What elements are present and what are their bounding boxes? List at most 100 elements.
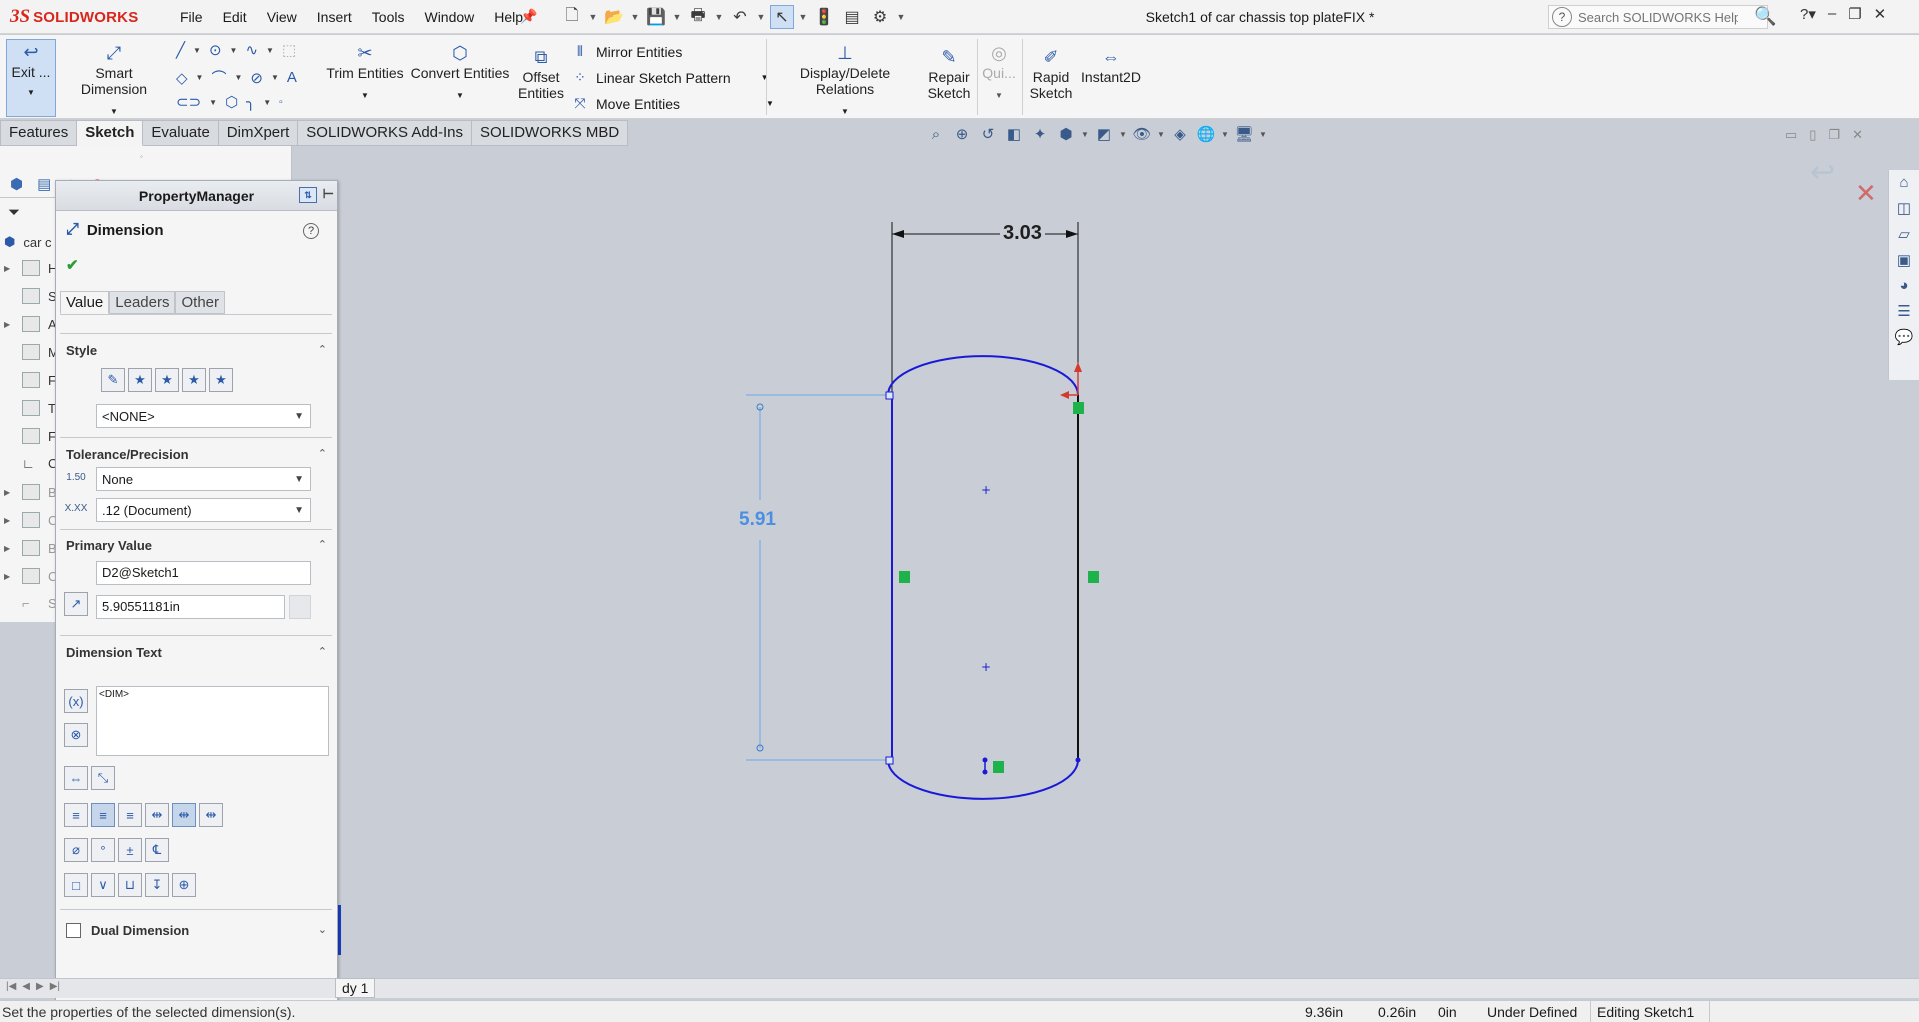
chevron-down-icon[interactable]: ▼ xyxy=(1081,130,1089,139)
tree-item[interactable]: ▶ B xyxy=(4,540,57,556)
chevron-down-icon[interactable]: ▼ xyxy=(630,12,640,22)
exit-sketch-button[interactable]: ↩ Exit ... ▼ xyxy=(6,39,56,117)
prev-tab-icon[interactable]: ◀ xyxy=(22,981,30,992)
arc-center-point[interactable]: + xyxy=(981,660,991,674)
point-icon[interactable]: ▫ xyxy=(279,97,283,108)
file-explorer-icon[interactable]: ▣ xyxy=(1897,251,1911,269)
chevron-down-icon[interactable]: ▼ xyxy=(841,107,849,116)
degree-symbol-icon[interactable]: ° xyxy=(91,838,115,862)
tree-item[interactable]: M xyxy=(4,344,59,360)
depth-symbol-icon[interactable]: ↧ xyxy=(145,873,169,897)
tree-item[interactable]: ∟ C xyxy=(4,456,57,471)
offset-text-icon[interactable]: ⇔ xyxy=(64,766,88,790)
last-tab-icon[interactable]: ▶| xyxy=(50,981,60,992)
vertical-dimension-value[interactable]: 5.91 xyxy=(739,509,776,531)
zoom-to-fit-icon[interactable]: ⌕ xyxy=(925,126,947,143)
view-orientation-icon[interactable]: ⬢ xyxy=(1055,125,1077,143)
countersink-symbol-icon[interactable]: ∨ xyxy=(91,873,115,897)
move-entities-button[interactable]: ⤧ Move Entities ▼ xyxy=(572,95,774,112)
more-symbols-icon[interactable]: ⊕ xyxy=(172,873,196,897)
chevron-down-icon[interactable]: ▼ xyxy=(193,46,201,55)
square-symbol-icon[interactable]: □ xyxy=(64,873,88,897)
property-tab-icon[interactable]: ▤ xyxy=(37,175,51,193)
chevron-down-icon[interactable]: ▼ xyxy=(588,12,598,22)
primary-value-section-title[interactable]: Primary Value xyxy=(66,538,152,553)
coincident-relation-icon[interactable] xyxy=(1073,402,1084,414)
dynamic-annotation-icon[interactable]: ✦ xyxy=(1029,125,1051,143)
filter-icon[interactable]: ⏷ xyxy=(8,204,20,221)
expand-arrow-icon[interactable]: ▶ xyxy=(4,572,14,581)
display-delete-relations-button[interactable]: ⊥ Display/Delete Relations ▼ xyxy=(770,41,920,117)
open-document-icon[interactable]: 📂 xyxy=(602,5,626,29)
chevron-down-icon[interactable]: ▼ xyxy=(714,12,724,22)
chevron-down-icon[interactable]: ▼ xyxy=(266,46,274,55)
plus-minus-symbol-icon[interactable]: ± xyxy=(118,838,142,862)
menu-tools[interactable]: Tools xyxy=(362,9,415,25)
close-icon[interactable]: ✕ xyxy=(1874,5,1887,23)
repair-sketch-button[interactable]: ✎ Repair Sketch xyxy=(925,45,973,102)
chevron-down-icon[interactable]: ▼ xyxy=(995,91,1003,100)
tree-item[interactable]: F xyxy=(4,372,56,388)
mirror-entities-button[interactable]: ⫴ Mirror Entities xyxy=(572,43,682,60)
chevron-down-icon[interactable]: ▼ xyxy=(672,12,682,22)
endpoint-handle[interactable] xyxy=(1075,757,1081,763)
expand-arrow-icon[interactable]: ▶ xyxy=(4,320,14,329)
help-question-icon[interactable]: ? xyxy=(1552,7,1572,27)
add-style-icon[interactable]: ★ xyxy=(128,368,152,392)
delete-style-icon[interactable]: ★ xyxy=(155,368,179,392)
viewport-minimize-icon[interactable]: ▭ xyxy=(1785,127,1797,143)
rapid-sketch-button[interactable]: ✐ Rapid Sketch xyxy=(1027,45,1075,102)
text-bottom-icon[interactable]: ⇹ xyxy=(199,803,223,827)
chevron-down-icon[interactable]: ▼ xyxy=(27,88,35,97)
design-library-icon[interactable]: ▱ xyxy=(1898,225,1910,243)
vertical-relation-icon[interactable] xyxy=(899,571,910,583)
chevron-down-icon[interactable]: ⌄ xyxy=(318,923,327,936)
chevron-down-icon[interactable]: ▼ xyxy=(361,91,369,100)
tree-item[interactable]: T xyxy=(4,400,56,416)
chevron-down-icon[interactable]: ▼ xyxy=(234,73,242,82)
style-section-title[interactable]: Style xyxy=(66,343,97,358)
circle-icon[interactable]: ⊙ xyxy=(209,41,222,59)
pin-menu-icon[interactable]: 📌 xyxy=(520,8,537,25)
panel-grip-icon[interactable]: ◦ xyxy=(140,152,143,161)
dimension-text-section-title[interactable]: Dimension Text xyxy=(66,645,162,660)
viewport-close-icon[interactable]: ✕ xyxy=(1852,127,1863,143)
new-document-icon[interactable]: 🗋 xyxy=(560,5,584,29)
reverse-direction-icon[interactable]: ↗ xyxy=(64,592,88,616)
tree-item[interactable]: ▶ H xyxy=(4,260,57,276)
align-center-icon[interactable]: ≡ xyxy=(91,803,115,827)
tree-item[interactable]: ▶ A xyxy=(4,316,57,332)
bottom-arc[interactable] xyxy=(887,759,1079,800)
custom-properties-icon[interactable]: ☰ xyxy=(1897,302,1910,320)
dual-dimension-checkbox[interactable] xyxy=(66,923,81,938)
midpoint-handle[interactable] xyxy=(982,769,988,775)
arc-center-point[interactable]: + xyxy=(981,483,991,497)
tab-evaluate[interactable]: Evaluate xyxy=(143,120,219,146)
expand-arrow-icon[interactable]: ▶ xyxy=(4,264,14,273)
solidworks-logo[interactable]: 3S SOLIDWORKS xyxy=(10,6,155,28)
next-tab-icon[interactable]: ▶ xyxy=(36,981,44,992)
menu-insert[interactable]: Insert xyxy=(307,9,362,25)
save-icon[interactable]: 💾 xyxy=(644,5,668,29)
polygon-icon[interactable]: ⬡ xyxy=(225,93,238,111)
tree-item[interactable]: F xyxy=(4,428,56,444)
help-icon[interactable]: ? xyxy=(303,223,319,239)
expand-arrow-icon[interactable]: ▶ xyxy=(4,516,14,525)
detach-panel-icon[interactable]: ⇅ xyxy=(299,187,317,203)
chevron-down-icon[interactable]: ▼ xyxy=(761,73,769,82)
tab-solidworks-add-ins[interactable]: SOLIDWORKS Add-Ins xyxy=(298,120,473,146)
vertical-relation-icon[interactable] xyxy=(1088,571,1099,583)
tab-dimxpert[interactable]: DimXpert xyxy=(218,120,299,146)
tab-other[interactable]: Other xyxy=(175,291,225,314)
align-right-icon[interactable]: ≡ xyxy=(118,803,142,827)
midpoint-handle[interactable] xyxy=(982,757,988,763)
horizontal-dimension-value[interactable]: 3.03 xyxy=(1003,222,1042,245)
view-settings-icon[interactable]: 🖥 xyxy=(1233,125,1255,143)
print-icon[interactable]: 🖶 xyxy=(686,5,710,29)
apply-default-style-icon[interactable]: ✎ xyxy=(101,368,125,392)
tree-item[interactable]: ▶ C xyxy=(4,568,57,584)
viewport-restore-icon[interactable]: ❐ xyxy=(1828,127,1840,143)
chevron-down-icon[interactable]: ▼ xyxy=(896,12,906,22)
zoom-to-area-icon[interactable]: ⊕ xyxy=(951,125,973,143)
precision-select[interactable]: .12 (Document) ▼ xyxy=(96,498,311,522)
